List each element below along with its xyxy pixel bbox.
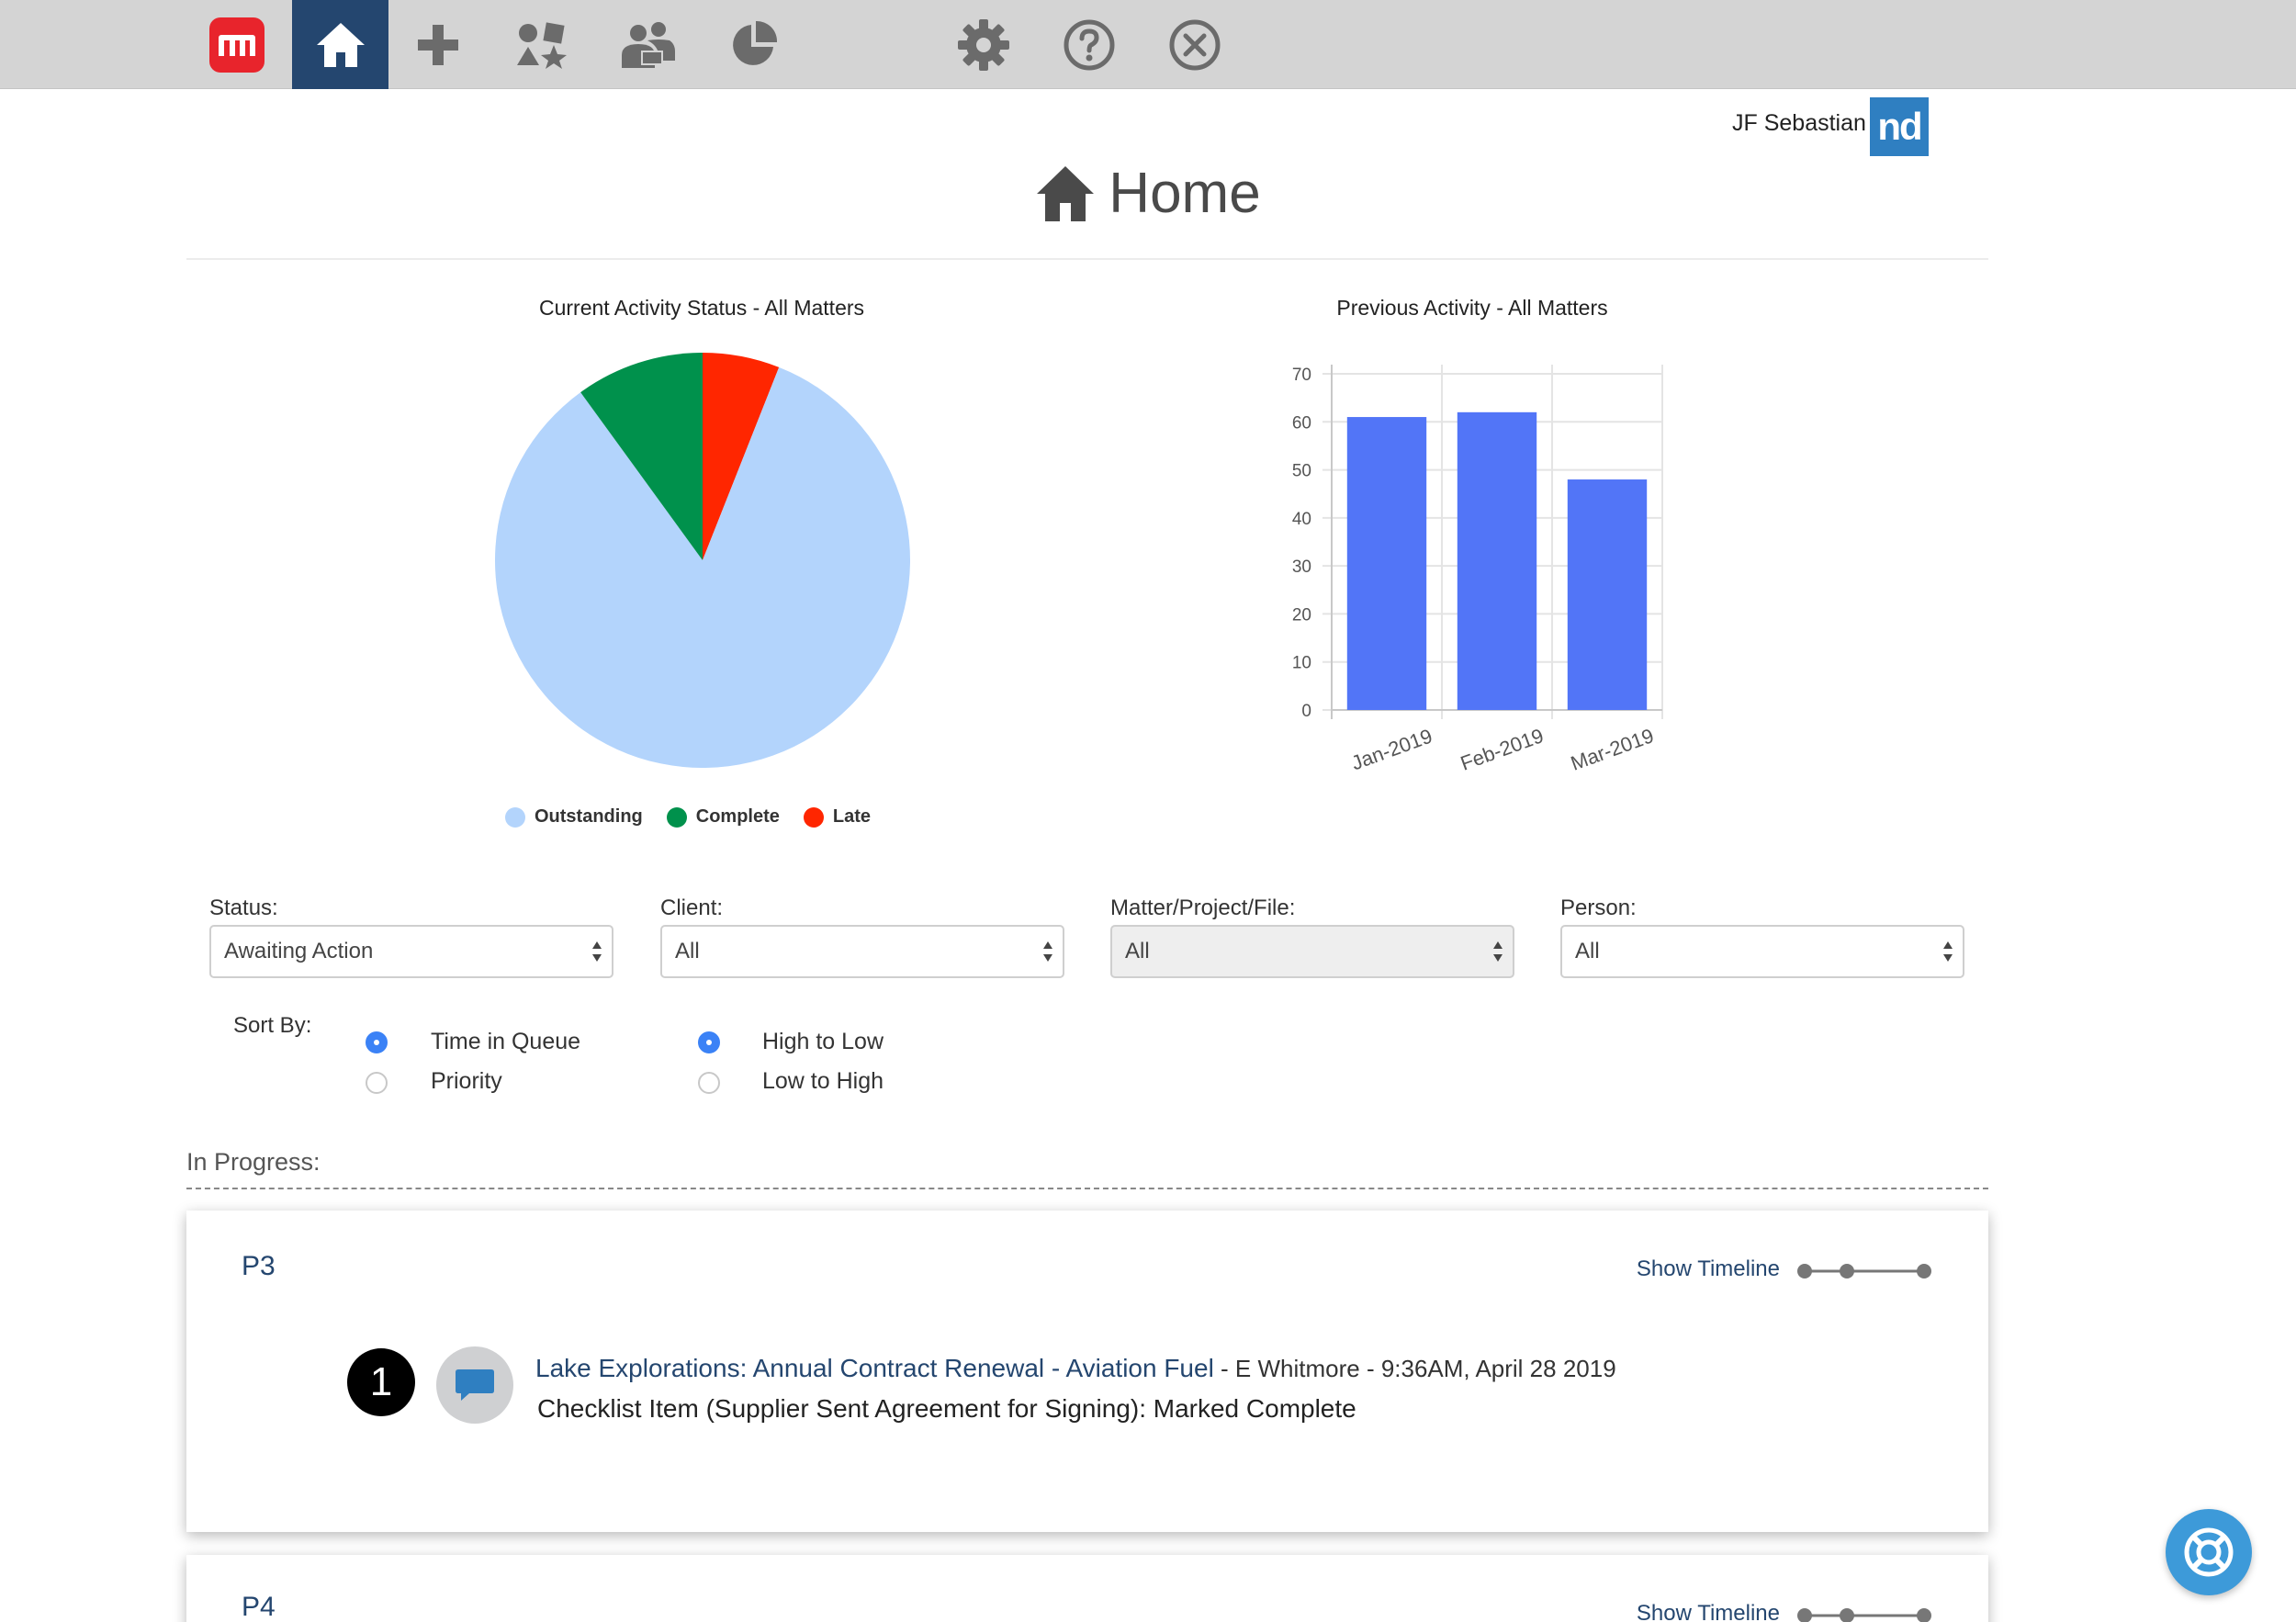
sort-time-in-queue-label[interactable]: Time in Queue	[431, 1029, 580, 1055]
home-icon	[1037, 165, 1095, 221]
in-progress-label: In Progress:	[186, 1148, 321, 1176]
user-name: JF Sebastian	[1732, 110, 1866, 136]
legend-label: Late	[832, 806, 872, 827]
top-navbar	[0, 0, 2296, 89]
help-support-button[interactable]	[2166, 1509, 2252, 1595]
show-timeline-link[interactable]: Show Timeline	[1637, 1601, 1780, 1622]
select-arrows-icon	[1043, 941, 1052, 962]
nav-settings-button[interactable]	[935, 0, 1031, 89]
legend-label: Complete	[695, 806, 780, 827]
nav-home-button[interactable]	[292, 0, 388, 89]
bar-chart-title: Previous Activity - All Matters	[1336, 296, 1608, 320]
order-high-to-low-radio[interactable]	[698, 1031, 720, 1053]
nav-templates-button[interactable]	[493, 0, 590, 89]
app-logo-button[interactable]	[188, 0, 285, 89]
legend-label: Outstanding	[535, 806, 643, 827]
legend-swatch	[803, 806, 824, 828]
person-select-value: All	[1575, 939, 1600, 963]
page-title: Home	[0, 161, 2296, 226]
nav-close-button[interactable]	[1146, 0, 1243, 89]
select-arrows-icon	[1943, 941, 1953, 962]
pie-legend: Outstanding Complete Late	[505, 806, 871, 828]
client-filter-label: Client:	[660, 895, 724, 920]
order-low-to-high-label[interactable]: Low to High	[762, 1068, 884, 1095]
user-logo[interactable]: nd	[1870, 97, 1929, 156]
card-title: P3	[242, 1251, 276, 1281]
y-tick-label: 20	[1292, 605, 1311, 625]
title-divider	[186, 258, 1988, 260]
lifebuoy-icon	[2184, 1527, 2234, 1577]
bar-jan-2019[interactable]	[1346, 417, 1427, 710]
bar-feb-2019[interactable]	[1457, 411, 1537, 710]
nav-people-button[interactable]	[599, 0, 695, 89]
message-icon-wrapper	[436, 1346, 513, 1424]
y-tick-label: 10	[1292, 654, 1311, 673]
legend-item-outstanding[interactable]: Outstanding	[505, 806, 643, 828]
activity-detail: Checklist Item (Supplier Sent Agreement …	[537, 1394, 1356, 1423]
legend-swatch	[505, 806, 525, 828]
matter-select[interactable]: All	[1110, 925, 1514, 978]
client-select[interactable]: All	[660, 925, 1064, 978]
nav-reports-button[interactable]	[704, 0, 801, 89]
bar-mar-2019[interactable]	[1567, 479, 1648, 710]
card-title: P4	[242, 1592, 276, 1622]
matter-filter-label: Matter/Project/File:	[1110, 895, 1296, 920]
sort-by-label: Sort By:	[233, 1013, 312, 1038]
legend-item-complete[interactable]: Complete	[666, 806, 780, 828]
y-tick-label: 40	[1292, 510, 1311, 529]
page-title-text: Home	[1109, 162, 1261, 225]
activity-status-pie-chart	[495, 353, 910, 768]
message-icon	[456, 1369, 494, 1401]
item-number-badge: 1	[347, 1348, 415, 1416]
status-select[interactable]: Awaiting Action	[209, 925, 613, 978]
y-tick-label: 60	[1292, 413, 1311, 433]
person-select[interactable]: All	[1560, 925, 1964, 978]
activity-item-header: Lake Explorations: Annual Contract Renew…	[535, 1354, 1616, 1383]
client-select-value: All	[675, 939, 700, 963]
sort-priority-label[interactable]: Priority	[431, 1068, 502, 1095]
close-circle-icon	[1169, 19, 1220, 70]
shapes-icon	[516, 21, 567, 69]
person-filter-label: Person:	[1560, 895, 1637, 920]
priority-card-p3: P3 Show Timeline 1 Lake Explorations: An…	[186, 1211, 1988, 1532]
plus-icon	[417, 24, 458, 65]
home-icon	[316, 22, 365, 67]
show-timeline-link[interactable]: Show Timeline	[1637, 1256, 1780, 1282]
nav-add-button[interactable]	[389, 0, 486, 89]
select-arrows-icon	[1493, 941, 1503, 962]
x-tick-label: Mar-2019	[1568, 724, 1657, 775]
legend-swatch	[666, 806, 687, 828]
help-circle-icon	[1064, 19, 1114, 70]
timeline-icon[interactable]	[1797, 1260, 1931, 1282]
nav-help-button[interactable]	[1041, 0, 1137, 89]
x-tick-label: Feb-2019	[1458, 724, 1547, 775]
gear-icon	[957, 18, 1009, 71]
timeline-icon[interactable]	[1797, 1605, 1931, 1622]
app-logo-icon	[208, 17, 264, 73]
pie-chart-icon	[732, 20, 777, 65]
status-filter-label: Status:	[209, 895, 278, 920]
section-divider	[186, 1188, 1988, 1189]
priority-card-p4: P4 Show Timeline	[186, 1555, 1988, 1622]
sort-priority-radio[interactable]	[366, 1072, 388, 1094]
x-tick-label: Jan-2019	[1348, 725, 1435, 775]
y-tick-label: 0	[1301, 702, 1311, 721]
y-tick-label: 50	[1292, 462, 1311, 481]
select-arrows-icon	[592, 941, 602, 962]
activity-meta: - E Whitmore - 9:36AM, April 28 2019	[1213, 1355, 1616, 1382]
matter-link[interactable]: Lake Explorations: Annual Contract Renew…	[535, 1354, 1214, 1382]
sort-time-in-queue-radio[interactable]	[366, 1031, 388, 1053]
y-tick-label: 30	[1292, 558, 1311, 577]
order-low-to-high-radio[interactable]	[698, 1072, 720, 1094]
legend-item-late[interactable]: Late	[803, 806, 872, 828]
previous-activity-bar-chart: 0 10 20 30 40 50 60 70 Jan-2019 Feb-2019 Mar-2019	[1292, 365, 1663, 775]
users-icon	[621, 21, 675, 68]
matter-select-value: All	[1125, 939, 1150, 963]
y-tick-label: 70	[1292, 366, 1311, 385]
status-select-value: Awaiting Action	[224, 939, 374, 963]
order-high-to-low-label[interactable]: High to Low	[762, 1029, 884, 1055]
pie-chart-title: Current Activity Status - All Matters	[538, 296, 865, 320]
